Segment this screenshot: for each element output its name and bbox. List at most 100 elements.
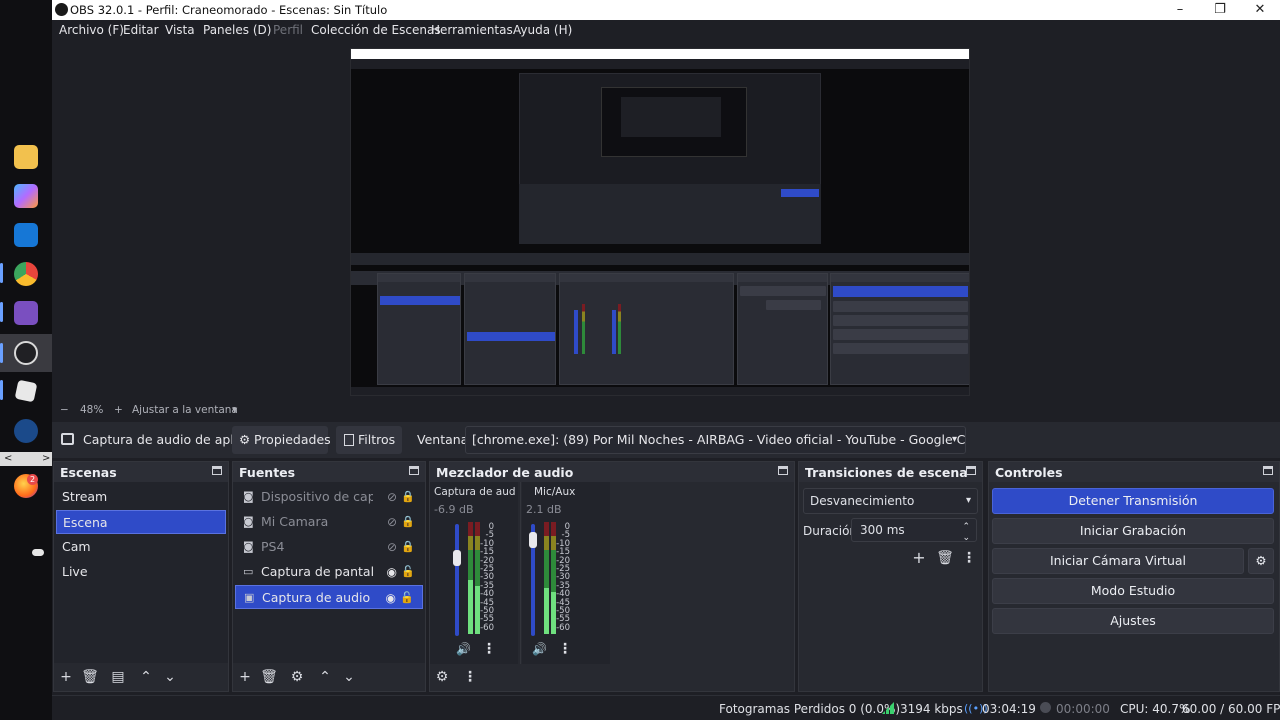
properties-button[interactable]: ⚙ Propiedades xyxy=(232,426,331,454)
zoom-dropdown-arrow[interactable]: ▾ xyxy=(232,404,237,416)
volume-fader-knob[interactable] xyxy=(529,531,537,548)
source-item[interactable]: ◙ Dispositivo de captura de vídeo ⊘ 🔒 xyxy=(235,485,423,509)
menu-bar: Archivo (F) Editar Vista Paneles (D) Per… xyxy=(52,20,1280,42)
visibility-eye-icon[interactable]: ◉ xyxy=(387,560,397,584)
chrome-icon[interactable] xyxy=(14,262,38,286)
volume-fader[interactable] xyxy=(455,524,459,636)
add-transition-button[interactable]: + xyxy=(909,548,929,568)
sources-toolbar: + 🗑 ⚙ ⌃ ⌄ xyxy=(233,663,425,691)
media-app-icon[interactable] xyxy=(14,301,38,325)
channel-menu-icon[interactable]: ⋮ xyxy=(558,641,572,657)
volume-fader-knob[interactable] xyxy=(453,549,461,566)
duration-spinbox[interactable]: 300 ms ⌃ ⌄ xyxy=(851,518,977,543)
lock-icon[interactable]: 🔒 xyxy=(401,510,415,534)
scroll-right-arrow[interactable]: > xyxy=(42,452,50,466)
visibility-eye-icon[interactable]: ◉ xyxy=(386,586,396,608)
maximize-button[interactable]: ❐ xyxy=(1200,0,1240,20)
move-scene-down-button[interactable]: ⌄ xyxy=(160,667,180,687)
dropped-frames: Fotogramas Perdidos 0 (0.0%) xyxy=(719,702,901,716)
source-item[interactable]: ◙ PS4 ⊘ 🔒 xyxy=(235,535,423,559)
zoom-out-button[interactable]: − xyxy=(60,404,69,416)
audio-capture-icon xyxy=(61,433,74,445)
fit-to-window-button[interactable]: Ajustar a la ventana xyxy=(132,404,238,416)
visibility-hidden-icon[interactable]: ⊘ xyxy=(387,510,397,534)
lock-icon[interactable]: 🔒 xyxy=(401,485,415,509)
bitrate: 3194 kbps xyxy=(900,702,963,716)
move-scene-up-button[interactable]: ⌃ xyxy=(136,667,156,687)
taskbar-scroll[interactable]: < > xyxy=(0,452,52,466)
menu-vista[interactable]: Vista xyxy=(165,23,195,37)
spin-down-icon[interactable]: ⌄ xyxy=(962,527,970,549)
obs-icon[interactable] xyxy=(14,341,38,365)
undock-icon[interactable] xyxy=(1263,466,1273,475)
cpu-usage: CPU: 40.7% xyxy=(1120,702,1191,716)
speaker-mute-icon[interactable]: 🔊 xyxy=(456,642,471,656)
menu-paneles[interactable]: Paneles (D) xyxy=(203,23,271,37)
channel-menu-icon[interactable]: ⋮ xyxy=(482,641,496,657)
undock-icon[interactable] xyxy=(778,466,788,475)
remove-scene-button[interactable]: 🗑 xyxy=(80,667,100,687)
menu-archivo[interactable]: Archivo (F) xyxy=(59,23,124,37)
speaker-mute-icon[interactable]: 🔊 xyxy=(532,642,547,656)
copilot-icon[interactable] xyxy=(14,184,38,208)
undock-icon[interactable] xyxy=(966,466,976,475)
mixer-channel: Mic/Aux 2.1 dB 0 -5 -10 -15 -20 -25 -30 -35 -40-… xyxy=(522,482,610,664)
zoom-in-button[interactable]: + xyxy=(114,404,123,416)
mixer-menu-icon[interactable]: ⋮ xyxy=(460,667,480,687)
remove-transition-button[interactable]: 🗑 xyxy=(935,548,955,568)
close-button[interactable]: ✕ xyxy=(1240,0,1280,20)
source-item[interactable]: ◙ Mi Camara ⊘ 🔒 xyxy=(235,510,423,534)
filters-button[interactable]: Filtros xyxy=(336,426,402,454)
move-source-down-button[interactable]: ⌄ xyxy=(339,667,359,687)
duration-label: Duración xyxy=(803,524,858,538)
add-scene-button[interactable]: + xyxy=(56,667,76,687)
onedrive-cloud-icon[interactable] xyxy=(32,549,44,556)
menu-coleccion[interactable]: Colección de Escenas xyxy=(311,23,441,37)
source-item[interactable]: ▭ Captura de pantalla ◉ 🔓 xyxy=(235,560,423,584)
scroll-left-arrow[interactable]: < xyxy=(4,452,12,466)
roblox-icon[interactable] xyxy=(14,379,38,403)
scene-filters-button[interactable]: ▤ xyxy=(108,667,128,687)
file-explorer-icon[interactable] xyxy=(14,145,38,169)
scene-item-escena[interactable]: Escena xyxy=(56,510,226,534)
virtual-camera-settings-button[interactable]: ⚙ xyxy=(1248,548,1274,574)
source-item[interactable]: ▣ Captura de audio de aplicación ◉ 🔓 xyxy=(235,585,423,609)
microsoft-store-icon[interactable] xyxy=(14,223,38,247)
audio-mixer-dock: Mezclador de audio Captura de audio de a… xyxy=(429,461,795,692)
settings-button[interactable]: Ajustes xyxy=(992,608,1274,634)
unlock-icon[interactable]: 🔓 xyxy=(401,560,415,584)
scenes-dock: Escenas Stream Escena Cam Live + 🗑 ▤ ⌃ ⌄ xyxy=(53,461,229,692)
remove-source-button[interactable]: 🗑 xyxy=(259,667,279,687)
undock-icon[interactable] xyxy=(212,466,222,475)
menu-editar[interactable]: Editar xyxy=(123,23,159,37)
undock-icon[interactable] xyxy=(409,466,419,475)
minimize-button[interactable]: – xyxy=(1160,0,1200,20)
chevron-down-icon: ▾ xyxy=(965,495,971,506)
studio-mode-button[interactable]: Modo Estudio xyxy=(992,578,1274,604)
program-preview[interactable] xyxy=(350,48,970,396)
visibility-hidden-icon[interactable]: ⊘ xyxy=(387,535,397,559)
scene-item-cam[interactable]: Cam xyxy=(56,535,226,559)
menu-ayuda[interactable]: Ayuda (H) xyxy=(513,23,572,37)
add-source-button[interactable]: + xyxy=(235,667,255,687)
unlock-icon[interactable]: 🔓 xyxy=(400,586,414,608)
move-source-up-button[interactable]: ⌃ xyxy=(315,667,335,687)
advanced-audio-icon[interactable]: ⚙ xyxy=(432,667,452,687)
recording-indicator-icon xyxy=(1040,702,1051,713)
scene-item-live[interactable]: Live xyxy=(56,560,226,584)
source-properties-button[interactable]: ⚙ xyxy=(287,667,307,687)
window-select[interactable]: [chrome.exe]: (89) Por Mil Noches - AIRB… xyxy=(465,426,966,454)
start-recording-button[interactable]: Iniciar Grabación xyxy=(992,518,1274,544)
menu-perfil[interactable]: Perfil xyxy=(273,23,303,37)
transition-menu-icon[interactable]: ⋮ xyxy=(959,548,979,568)
db-scale: 0 -5 -10 -15 -20 -25 -30 -35 -40 -45 -50 -55 -60 xyxy=(480,522,494,633)
lock-icon[interactable]: 🔒 xyxy=(401,535,415,559)
scenes-list: Stream Escena Cam Live xyxy=(54,482,228,663)
stop-stream-button[interactable]: Detener Transmisión xyxy=(992,488,1274,514)
steam-icon[interactable] xyxy=(14,419,38,443)
menu-herramientas[interactable]: Herramientas xyxy=(431,23,513,37)
transition-select[interactable]: Desvanecimiento ▾ xyxy=(803,488,978,514)
visibility-hidden-icon[interactable]: ⊘ xyxy=(387,485,397,509)
scene-item-stream[interactable]: Stream xyxy=(56,485,226,509)
virtual-camera-button[interactable]: Iniciar Cámara Virtual xyxy=(992,548,1244,574)
